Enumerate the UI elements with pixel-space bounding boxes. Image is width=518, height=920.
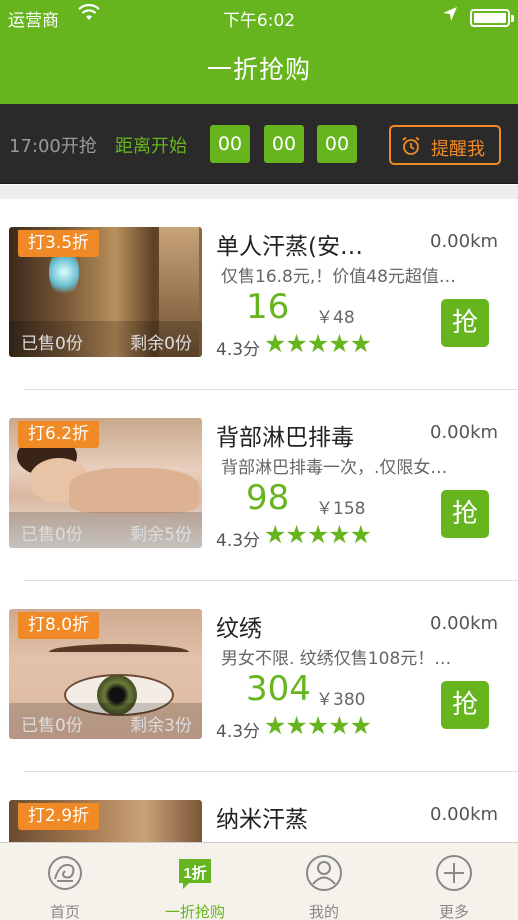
sales-overlay: 已售0份 剩余0份 bbox=[9, 321, 202, 357]
tab-one-discount[interactable]: 1折 一折抢购 bbox=[130, 843, 260, 920]
tab-bar: 首页 1折 一折抢购 我的 更多 bbox=[0, 842, 518, 920]
location-arrow-icon bbox=[443, 7, 457, 21]
sales-overlay: 已售0份 剩余3份 bbox=[9, 703, 202, 739]
item-score: 4.3分 bbox=[216, 722, 261, 742]
item-price: 16 bbox=[246, 287, 290, 327]
star-rating: ★★★★★ bbox=[264, 329, 372, 358]
item-title: 纹绣 bbox=[216, 616, 262, 642]
status-bar: 运营商 下午6:02 bbox=[0, 0, 518, 36]
item-photo: 打3.5折 已售0份 剩余0份 bbox=[9, 227, 202, 357]
item-description: 男女不限. 纹绣仅售108元！… bbox=[221, 649, 452, 669]
item-distance: 0.00km bbox=[430, 422, 499, 443]
list-item[interactable]: 打6.2折 已售0份 剩余5份 背部淋巴排毒 0.00km 背部淋巴排毒一次，.… bbox=[0, 390, 518, 581]
discount-badge: 打6.2折 bbox=[18, 421, 100, 448]
item-title: 单人汗蒸(安… bbox=[216, 234, 363, 260]
tab-home-label: 首页 bbox=[49, 903, 80, 920]
distance-start-label: 距离开始 bbox=[115, 136, 187, 157]
section-gap bbox=[0, 185, 518, 199]
tab-one-discount-label: 一折抢购 bbox=[164, 903, 225, 920]
home-icon bbox=[48, 856, 82, 890]
countdown-hours: 00 bbox=[210, 125, 250, 163]
grab-button[interactable]: 抢 bbox=[441, 490, 489, 538]
remaining-count: 剩余5份 bbox=[130, 525, 192, 545]
discount-badge: 打3.5折 bbox=[18, 230, 100, 257]
list-item[interactable]: 打3.5折 已售0份 剩余0份 单人汗蒸(安… 0.00km 仅售16.8元,！… bbox=[0, 199, 518, 390]
remind-me-button[interactable]: 提醒我 bbox=[389, 125, 501, 165]
item-photo: 打6.2折 已售0份 剩余5份 bbox=[9, 418, 202, 548]
one-discount-icon: 1折 bbox=[179, 859, 211, 889]
item-price: 304 bbox=[246, 669, 311, 709]
grab-button[interactable]: 抢 bbox=[441, 299, 489, 347]
item-description: 背部淋巴排毒一次，.仅限女… bbox=[221, 458, 448, 478]
alarm-clock-icon bbox=[402, 136, 420, 155]
remaining-count: 剩余0份 bbox=[130, 334, 192, 354]
user-icon bbox=[306, 855, 342, 891]
countdown-minutes: 00 bbox=[264, 125, 304, 163]
countdown-bar: 17:00开抢 距离开始 00 00 00 提醒我 bbox=[0, 104, 518, 184]
item-price: 98 bbox=[246, 478, 290, 518]
item-score: 4.3分 bbox=[216, 340, 261, 360]
item-photo: 打8.0折 已售0份 剩余3份 bbox=[9, 609, 202, 739]
tab-more[interactable]: 更多 bbox=[389, 843, 518, 920]
item-distance: 0.00km bbox=[430, 804, 499, 825]
battery-icon bbox=[470, 9, 514, 27]
star-rating: ★★★★★ bbox=[264, 711, 372, 740]
sold-count: 已售0份 bbox=[21, 716, 83, 736]
discount-badge: 打8.0折 bbox=[18, 612, 100, 639]
one-discount-icon-text: 1折 bbox=[183, 864, 206, 882]
plus-circle-icon bbox=[436, 855, 472, 891]
item-score: 4.3分 bbox=[216, 531, 261, 551]
sold-count: 已售0份 bbox=[21, 525, 83, 545]
sales-overlay: 已售0份 剩余5份 bbox=[9, 512, 202, 548]
grab-button[interactable]: 抢 bbox=[441, 681, 489, 729]
remaining-count: 剩余3份 bbox=[130, 716, 192, 736]
tab-mine-label: 我的 bbox=[308, 903, 339, 920]
star-rating: ★★★★★ bbox=[264, 520, 372, 549]
item-description: 仅售16.8元,！价值48元超值… bbox=[221, 267, 456, 287]
item-original-price: ￥158 bbox=[316, 499, 366, 519]
item-original-price: ￥48 bbox=[316, 308, 355, 328]
remind-me-label: 提醒我 bbox=[431, 139, 485, 160]
top-bar: 运营商 下午6:02 一折抢购 bbox=[0, 0, 518, 104]
tab-mine[interactable]: 我的 bbox=[259, 843, 389, 920]
item-distance: 0.00km bbox=[430, 231, 499, 252]
item-title: 背部淋巴排毒 bbox=[216, 425, 354, 451]
countdown-seconds: 00 bbox=[317, 125, 357, 163]
item-title: 纳米汗蒸 bbox=[216, 807, 308, 833]
item-distance: 0.00km bbox=[430, 613, 499, 634]
discount-badge: 打2.9折 bbox=[18, 803, 100, 830]
status-time: 下午6:02 bbox=[222, 11, 296, 31]
tab-home[interactable]: 首页 bbox=[0, 843, 130, 920]
item-original-price: ￥380 bbox=[316, 690, 366, 710]
list-item[interactable]: 打8.0折 已售0份 剩余3份 纹绣 0.00km 男女不限. 纹绣仅售108元… bbox=[0, 581, 518, 772]
sold-count: 已售0份 bbox=[21, 334, 83, 354]
tab-more-label: 更多 bbox=[438, 903, 469, 920]
page-title: 一折抢购 bbox=[206, 55, 311, 84]
start-time-label: 17:00开抢 bbox=[9, 136, 97, 157]
